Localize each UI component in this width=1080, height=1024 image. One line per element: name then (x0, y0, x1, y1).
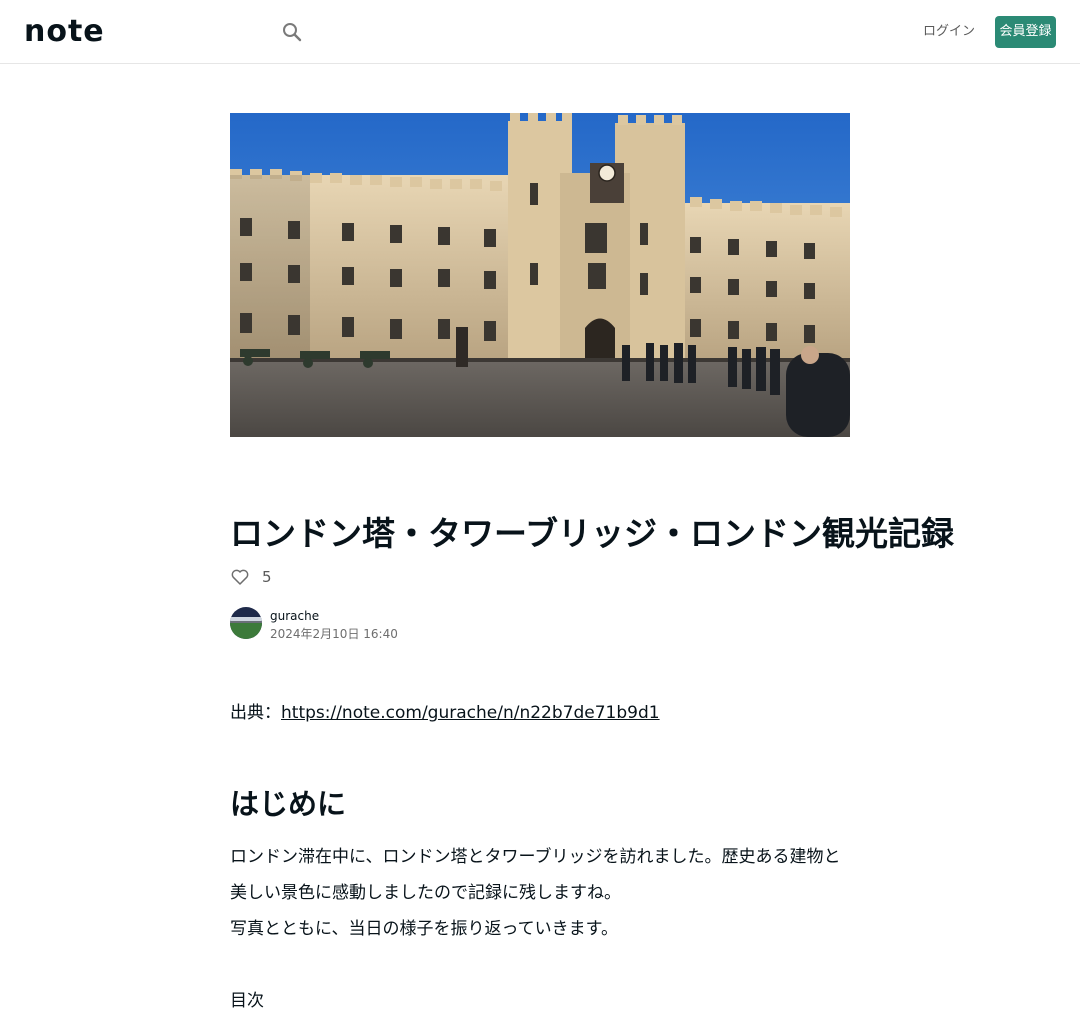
top-header: note ログイン 会員登録 (0, 0, 1080, 64)
author-name[interactable]: gurache (270, 607, 319, 625)
paragraph-1: ロンドン滞在中に、ロンドン塔とタワーブリッジを訪れました。歴史ある建物と美しい景… (230, 839, 850, 911)
source-line: 出典：https://note.com/gurache/n/n22b7de71b… (230, 700, 660, 726)
paragraph-1-text: ロンドン滞在中に、ロンドン塔とタワーブリッジを訪れました。歴史ある建物と美しい景… (230, 847, 841, 903)
login-link[interactable]: ログイン (920, 16, 978, 48)
note-logo[interactable]: note (24, 17, 105, 47)
author-avatar[interactable] (230, 607, 262, 639)
article-title: ロンドン塔・タワーブリッジ・ロンドン観光記録 (230, 514, 955, 553)
search-icon[interactable] (278, 18, 306, 46)
paragraph-2: 写真とともに、当日の様子を振り返っていきます。 (230, 919, 618, 939)
post-date: 2024年2月10日 16:40 (270, 627, 398, 641)
source-link[interactable]: https://note.com/gurache/n/n22b7de71b9d1 (281, 703, 660, 723)
toc-label: 目次 (230, 991, 264, 1011)
article-hero-image (230, 113, 850, 437)
section-heading: はじめに (230, 787, 347, 821)
source-prefix: 出典： (230, 703, 281, 723)
like-count: 5 (262, 568, 272, 586)
paragraph-1-tail: ね。 (587, 883, 621, 903)
heart-icon[interactable] (230, 567, 250, 587)
signup-button[interactable]: 会員登録 (995, 16, 1056, 48)
